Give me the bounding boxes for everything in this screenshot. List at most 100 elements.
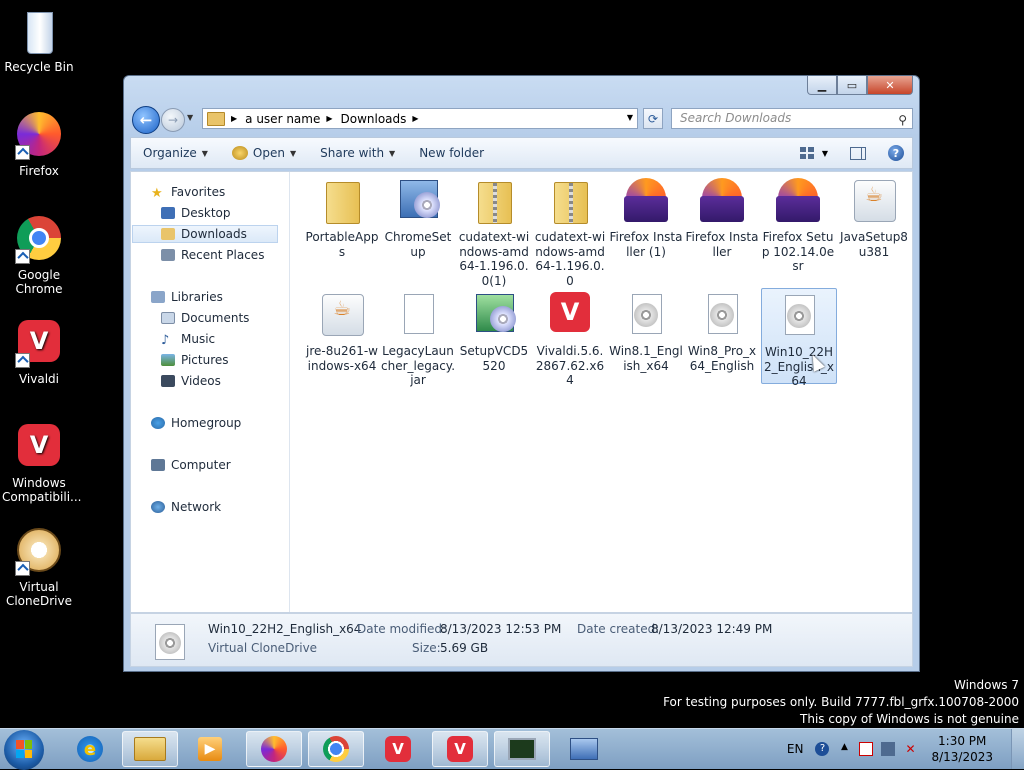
file-item[interactable]: cudatext-windows-amd64-1.196.0.0(1) [457, 176, 531, 288]
help-icon[interactable]: ? [815, 742, 830, 756]
show-hidden-icons-icon[interactable]: ▲ [837, 742, 851, 756]
taskbar-windows-explorer[interactable] [122, 731, 178, 767]
file-name: Firefox Installer (1) [609, 230, 683, 259]
file-name: Vivaldi.5.6.2867.62.x64 [535, 344, 605, 387]
breadcrumb-downloads[interactable]: Downloads [341, 112, 407, 126]
java-setup-icon [850, 176, 898, 226]
show-desktop-button[interactable] [1011, 729, 1024, 769]
firefox-installer-icon [774, 176, 822, 226]
share-with-button[interactable]: Share with ▼ [308, 146, 407, 160]
file-item[interactable]: SetupVCD5520 [457, 290, 531, 373]
minimize-button[interactable]: ▁ [807, 76, 837, 95]
file-item[interactable]: PortableApps [305, 176, 379, 259]
back-button[interactable]: ← [132, 106, 160, 134]
file-item-selected[interactable]: Win10_22H2_English_x64 [761, 288, 837, 388]
nav-network[interactable]: Network [151, 500, 221, 514]
search-input[interactable]: Search Downloads ⚲ [671, 108, 913, 129]
organize-button[interactable]: Organize ▼ [131, 146, 220, 160]
breadcrumb-user[interactable]: a user name [245, 112, 320, 126]
date-created-value: 8/13/2023 12:49 PM [651, 622, 773, 636]
taskbar-task-manager[interactable] [494, 731, 550, 767]
chevron-right-icon[interactable]: ▶ [231, 114, 237, 123]
file-item[interactable]: Firefox Installer (1) [609, 176, 683, 259]
forward-button[interactable]: → [161, 108, 185, 132]
file-item[interactable]: jre-8u261-windows-x64 [305, 290, 379, 373]
maximize-button[interactable]: ▭ [837, 76, 867, 95]
file-item[interactable]: Firefox Setup 102.14.0esr [761, 176, 835, 274]
refresh-button[interactable]: ⟳ [643, 108, 663, 129]
open-button[interactable]: Open ▼ [220, 146, 308, 160]
file-item[interactable]: Firefox Installer [685, 176, 759, 259]
taskbar-media-player[interactable]: ▶ [182, 731, 238, 767]
new-folder-button[interactable]: New folder [407, 146, 496, 160]
address-dropdown-icon[interactable]: ▼ [627, 113, 633, 122]
vivaldi-icon: V [15, 424, 63, 472]
documents-icon [161, 312, 175, 324]
file-name: cudatext-windows-amd64-1.196.0.0 [534, 230, 606, 288]
taskbar-internet-explorer[interactable]: e [62, 731, 118, 767]
caption-buttons: ▁ ▭ ✕ [807, 76, 913, 95]
downloads-folder-icon [161, 228, 175, 240]
details-file-name: Win10_22H2_English_x64 [208, 622, 362, 636]
nav-documents[interactable]: Documents [161, 311, 249, 325]
recent-pages-dropdown[interactable]: ▼ [187, 113, 193, 122]
nav-homegroup[interactable]: Homegroup [151, 416, 241, 430]
vivaldi-icon: V [447, 736, 473, 762]
nav-downloads[interactable]: Downloads [132, 225, 278, 243]
network-icon [151, 501, 165, 513]
action-center-flag-icon[interactable] [859, 742, 874, 756]
nav-videos[interactable]: Videos [161, 374, 221, 388]
close-button[interactable]: ✕ [867, 76, 913, 95]
file-item[interactable]: ChromeSetup [381, 176, 455, 259]
nav-pictures[interactable]: Pictures [161, 353, 229, 367]
chevron-right-icon[interactable]: ▶ [412, 114, 418, 123]
desktop-icon-virtual-clonedrive[interactable]: Virtual CloneDrive [2, 528, 76, 608]
file-item[interactable]: JavaSetup8u381 [837, 176, 911, 259]
language-indicator[interactable]: EN [787, 742, 804, 756]
volume-muted-icon[interactable]: ✕ [903, 742, 917, 756]
nav-label: Downloads [181, 227, 247, 241]
network-icon[interactable] [881, 742, 896, 756]
file-name: JavaSetup8u381 [840, 230, 908, 259]
file-item[interactable]: Win8_Pro_x64_English [685, 290, 759, 373]
preview-pane-icon[interactable] [850, 146, 866, 160]
nav-favorites[interactable]: ★ Favorites [151, 185, 226, 201]
file-item[interactable]: cudatext-windows-amd64-1.196.0.0 [533, 176, 607, 288]
taskbar-vivaldi[interactable]: V [370, 731, 426, 767]
size-label: Size: [412, 641, 441, 655]
file-item[interactable]: V Vivaldi.5.6.2867.62.x64 [533, 290, 607, 388]
desktop-icon-recycle-bin[interactable]: Recycle Bin [2, 8, 76, 74]
chevron-right-icon[interactable]: ▶ [326, 114, 332, 123]
help-icon[interactable]: ? [888, 145, 904, 161]
folder-icon [318, 176, 366, 226]
taskbar-remote-desktop[interactable] [556, 731, 612, 767]
desktop-icon-vivaldi[interactable]: V Vivaldi [2, 320, 76, 386]
nav-computer[interactable]: Computer [151, 458, 231, 472]
pictures-icon [161, 354, 175, 366]
taskbar-chrome[interactable] [308, 731, 364, 767]
nav-label: Favorites [171, 185, 226, 199]
nav-recent-places[interactable]: Recent Places [161, 248, 264, 262]
desktop-icon-google-chrome[interactable]: Google Chrome [2, 216, 76, 296]
desktop-icon-windows-compatibility[interactable]: V Windows Compatibili... [2, 424, 81, 504]
file-item[interactable]: Win8.1_English_x64 [609, 290, 683, 373]
file-item[interactable]: LegacyLauncher_legacy.jar [381, 290, 455, 388]
clock[interactable]: 1:30 PM 8/13/2023 [931, 733, 993, 765]
start-button[interactable] [4, 730, 44, 770]
address-bar[interactable]: ▶ a user name ▶ Downloads ▶ ▼ [202, 108, 638, 129]
media-player-icon: ▶ [198, 737, 222, 761]
nav-libraries[interactable]: Libraries [151, 290, 223, 304]
nav-desktop[interactable]: Desktop [161, 206, 231, 220]
taskbar-firefox[interactable] [246, 731, 302, 767]
open-icon [231, 146, 248, 160]
taskbar-vivaldi-2[interactable]: V [432, 731, 488, 767]
vivaldi-icon: V [385, 736, 411, 762]
desktop-icon-firefox[interactable]: Firefox [2, 112, 76, 178]
search-icon[interactable]: ⚲ [898, 111, 907, 130]
chevron-down-icon[interactable]: ▼ [822, 149, 828, 158]
file-name: SetupVCD5520 [459, 344, 529, 373]
change-view-icon[interactable] [799, 147, 814, 159]
nav-music[interactable]: ♪ Music [161, 332, 215, 348]
search-placeholder: Search Downloads [680, 111, 792, 125]
nav-label: Pictures [181, 353, 229, 367]
